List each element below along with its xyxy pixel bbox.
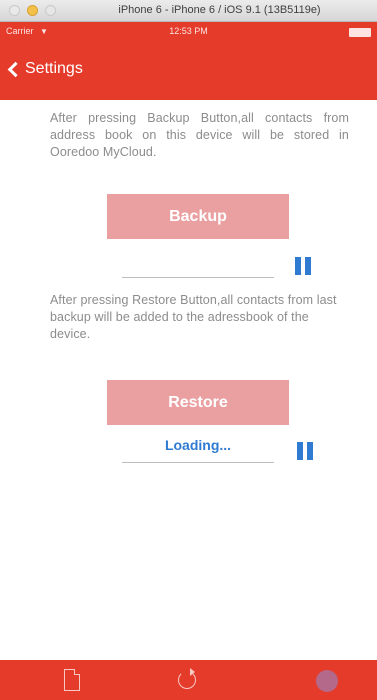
window-zoom-button[interactable] — [45, 5, 56, 16]
battery-icon — [349, 28, 371, 37]
restore-loading-status: Loading... — [164, 437, 232, 453]
tab-sync[interactable] — [172, 665, 202, 695]
pause-icon[interactable] — [297, 442, 313, 460]
backup-button[interactable]: Backup — [107, 194, 289, 239]
window-minimize-button[interactable] — [27, 5, 38, 16]
back-button[interactable]: Settings — [6, 60, 83, 78]
tab-bar — [0, 660, 377, 700]
restore-button[interactable]: Restore — [107, 380, 289, 425]
backup-progress-line — [122, 277, 274, 278]
restore-progress-line — [122, 462, 274, 463]
status-bar: Carrier ▼ 12:53 PM — [0, 22, 377, 42]
main-content: After pressing Backup Button,all contact… — [0, 100, 377, 660]
document-icon-fold — [74, 669, 80, 675]
status-time: 12:53 PM — [169, 26, 208, 36]
tab-settings[interactable] — [312, 665, 342, 695]
restore-description: After pressing Restore Button,all contac… — [50, 293, 337, 341]
simulator-title-bar: iPhone 6 - iPhone 6 / iOS 9.1 (13B5119e) — [0, 0, 377, 22]
simulator-title: iPhone 6 - iPhone 6 / iOS 9.1 (13B5119e) — [118, 4, 321, 16]
chevron-left-icon — [7, 61, 24, 77]
tab-documents[interactable] — [58, 665, 88, 695]
window-close-button[interactable] — [9, 5, 20, 16]
settings-gear-icon — [316, 670, 338, 692]
refresh-icon-arrow — [190, 668, 195, 676]
backup-description: After pressing Backup Button,all contact… — [50, 111, 349, 159]
back-button-label: Settings — [25, 60, 83, 77]
navigation-bar: Settings — [0, 42, 377, 100]
pause-icon[interactable] — [295, 257, 311, 275]
